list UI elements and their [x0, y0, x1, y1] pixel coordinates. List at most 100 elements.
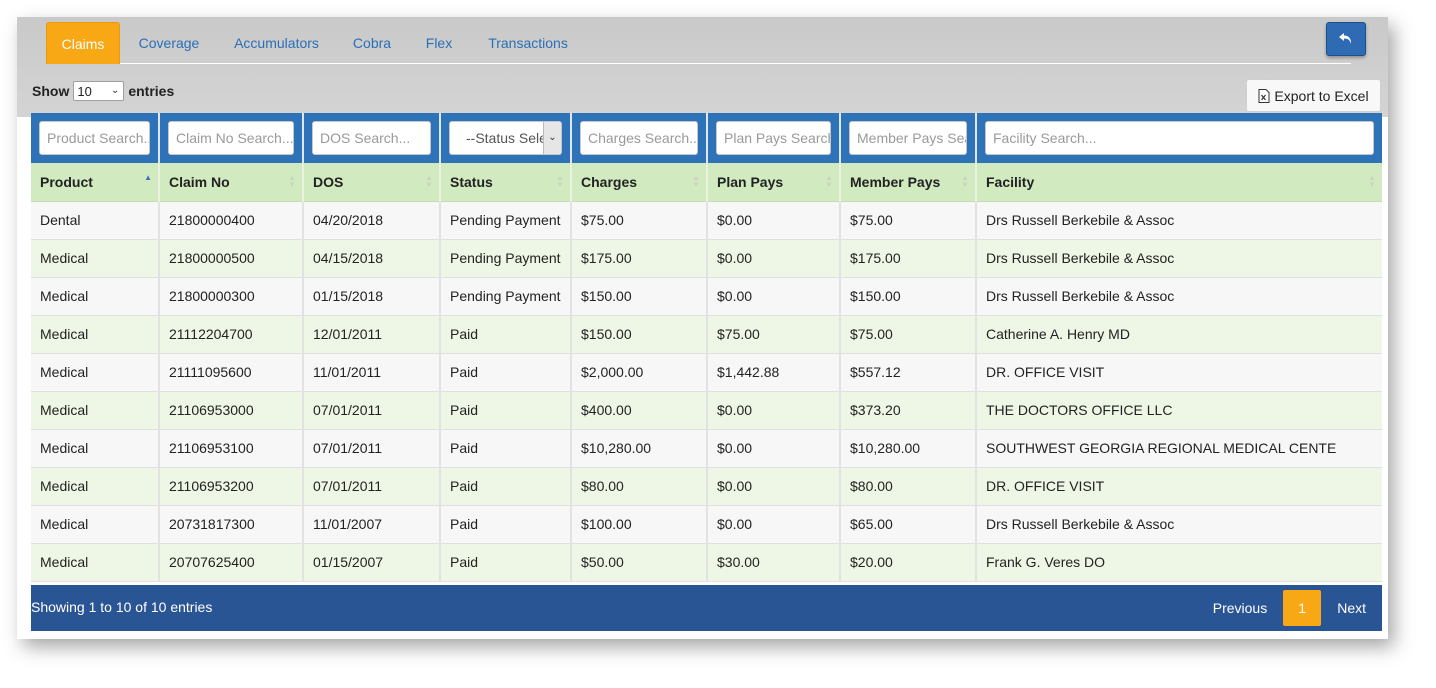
export-to-excel-button[interactable]: Export to Excel: [1246, 79, 1381, 112]
table-row[interactable]: Medical 21106953200 07/01/2011 Paid $80.00 $0…: [31, 467, 1382, 506]
filter-row: Product Search... Claim No Search... DOS…: [31, 113, 1382, 163]
tab-coverage[interactable]: Coverage: [126, 22, 212, 64]
previous-button[interactable]: Previous: [1197, 590, 1283, 626]
cell-charges: $80.00: [571, 467, 708, 506]
table-body: Dental 21800000400 04/20/2018 Pending Payme…: [31, 201, 1382, 582]
tab-transactions[interactable]: Transactions: [476, 22, 580, 64]
cell-status: Paid: [440, 467, 572, 506]
member-pays-search-input[interactable]: Member Pays Search...: [849, 121, 967, 155]
sort-icon: ▲ ▼: [1368, 173, 1376, 189]
table-footer: Showing 1 to 10 of 10 entries Previous 1…: [31, 585, 1382, 631]
tab-bar: Claims Coverage Accumulators Cobra Flex …: [46, 22, 1351, 64]
status-select[interactable]: --Status Select-- ⌄: [449, 121, 562, 155]
cell-member-pays: $150.00: [840, 277, 977, 316]
tab-flex[interactable]: Flex: [414, 22, 464, 64]
sort-icon: ▲ ▼: [288, 173, 296, 189]
table-info: Showing 1 to 10 of 10 entries: [31, 599, 213, 615]
tab-claims[interactable]: Claims: [46, 22, 120, 64]
plan-pays-search-input[interactable]: Plan Pays Search...: [716, 121, 831, 155]
cell-dos: 01/15/2018: [303, 277, 441, 316]
cell-product: Dental: [31, 201, 160, 240]
cell-member-pays: $65.00: [840, 505, 977, 544]
cell-facility: Catherine A. Henry MD: [976, 315, 1382, 354]
column-header-claim-no[interactable]: Claim No ▲ ▼: [159, 163, 304, 202]
cell-plan-pays: $0.00: [707, 239, 841, 278]
table-row[interactable]: Medical 21111095600 11/01/2011 Paid $2,000.0…: [31, 353, 1382, 392]
cell-dos: 07/01/2011: [303, 467, 441, 506]
cell-status: Pending Payment: [440, 201, 572, 240]
cell-member-pays: $80.00: [840, 467, 977, 506]
cell-charges: $175.00: [571, 239, 708, 278]
table-row[interactable]: Medical 20707625400 01/15/2007 Paid $50.00 $3…: [31, 543, 1382, 582]
cell-charges: $150.00: [571, 315, 708, 354]
tab-accumulators[interactable]: Accumulators: [224, 22, 329, 64]
claim-no-search-input[interactable]: Claim No Search...: [168, 121, 294, 155]
claims-panel: Claims Coverage Accumulators Cobra Flex …: [17, 17, 1388, 639]
sort-icon: ▲ ▼: [692, 173, 700, 189]
table-row[interactable]: Medical 21106953000 07/01/2011 Paid $400.00 $…: [31, 391, 1382, 430]
cell-dos: 04/20/2018: [303, 201, 441, 240]
cell-dos: 07/01/2011: [303, 429, 441, 468]
cell-plan-pays: $0.00: [707, 277, 841, 316]
cell-status: Pending Payment: [440, 239, 572, 278]
column-header-status[interactable]: Status ▲ ▼: [440, 163, 572, 202]
export-label: Export to Excel: [1274, 87, 1369, 104]
cell-member-pays: $75.00: [840, 201, 977, 240]
cell-plan-pays: $0.00: [707, 429, 841, 468]
column-header-facility[interactable]: Facility ▲ ▼: [976, 163, 1382, 202]
cell-charges: $75.00: [571, 201, 708, 240]
chevron-down-icon: ⌄: [543, 122, 561, 154]
cell-dos: 12/01/2011: [303, 315, 441, 354]
show-label: Show: [32, 83, 70, 99]
table-row[interactable]: Medical 20731817300 11/01/2007 Paid $100.00 $…: [31, 505, 1382, 544]
facility-search-input[interactable]: Facility Search...: [985, 121, 1374, 155]
cell-facility: Drs Russell Berkebile & Assoc: [976, 201, 1382, 240]
cell-facility: DR. OFFICE VISIT: [976, 467, 1382, 506]
cell-product: Medical: [31, 543, 160, 582]
length-control: Show 10 ⌄ entries: [32, 80, 174, 102]
dos-search-input[interactable]: DOS Search...: [312, 121, 431, 155]
table-row[interactable]: Dental 21800000400 04/20/2018 Pending Payme…: [31, 201, 1382, 240]
sort-icon: ▲ ▼: [556, 173, 564, 189]
cell-member-pays: $175.00: [840, 239, 977, 278]
column-header-charges[interactable]: Charges ▲ ▼: [571, 163, 708, 202]
table-row[interactable]: Medical 21800000300 01/15/2018 Pending Paym…: [31, 277, 1382, 316]
cell-member-pays: $10,280.00: [840, 429, 977, 468]
cell-claim-no: 21106953100: [159, 429, 304, 468]
cell-status: Pending Payment: [440, 277, 572, 316]
cell-product: Medical: [31, 315, 160, 354]
tab-cobra[interactable]: Cobra: [342, 22, 402, 64]
cell-plan-pays: $30.00: [707, 543, 841, 582]
column-header-product[interactable]: Product ▲: [31, 163, 160, 202]
table-row[interactable]: Medical 21800000500 04/15/2018 Pending Paym…: [31, 239, 1382, 278]
column-header-member-pays[interactable]: Member Pays ▲ ▼: [840, 163, 977, 202]
chevron-down-icon: ⌄: [110, 85, 120, 96]
table-row[interactable]: Medical 21112204700 12/01/2011 Paid $150.00 $…: [31, 315, 1382, 354]
next-button[interactable]: Next: [1321, 590, 1382, 626]
header-row: Product ▲ Claim No ▲ ▼ DOS ▲ ▼ Status ▲ ▼ Charg…: [31, 163, 1382, 202]
cell-claim-no: 21800000300: [159, 277, 304, 316]
table-row[interactable]: Medical 21106953100 07/01/2011 Paid $10,280.…: [31, 429, 1382, 468]
cell-plan-pays: $0.00: [707, 201, 841, 240]
entries-select[interactable]: 10 ⌄: [73, 81, 125, 101]
cell-product: Medical: [31, 505, 160, 544]
cell-member-pays: $75.00: [840, 315, 977, 354]
column-header-dos[interactable]: DOS ▲ ▼: [303, 163, 441, 202]
page-1-button[interactable]: 1: [1283, 590, 1322, 626]
sort-icon: ▲: [144, 173, 152, 182]
cell-claim-no: 21800000400: [159, 201, 304, 240]
cell-charges: $50.00: [571, 543, 708, 582]
cell-status: Paid: [440, 505, 572, 544]
cell-facility: DR. OFFICE VISIT: [976, 353, 1382, 392]
cell-status: Paid: [440, 315, 572, 354]
cell-facility: Drs Russell Berkebile & Assoc: [976, 505, 1382, 544]
cell-claim-no: 20707625400: [159, 543, 304, 582]
cell-dos: 04/15/2018: [303, 239, 441, 278]
product-search-input[interactable]: Product Search...: [39, 121, 150, 155]
cell-claim-no: 21111095600: [159, 353, 304, 392]
charges-search-input[interactable]: Charges Search...: [580, 121, 698, 155]
back-button[interactable]: [1326, 22, 1366, 56]
cell-product: Medical: [31, 467, 160, 506]
cell-product: Medical: [31, 277, 160, 316]
column-header-plan-pays[interactable]: Plan Pays ▲ ▼: [707, 163, 841, 202]
